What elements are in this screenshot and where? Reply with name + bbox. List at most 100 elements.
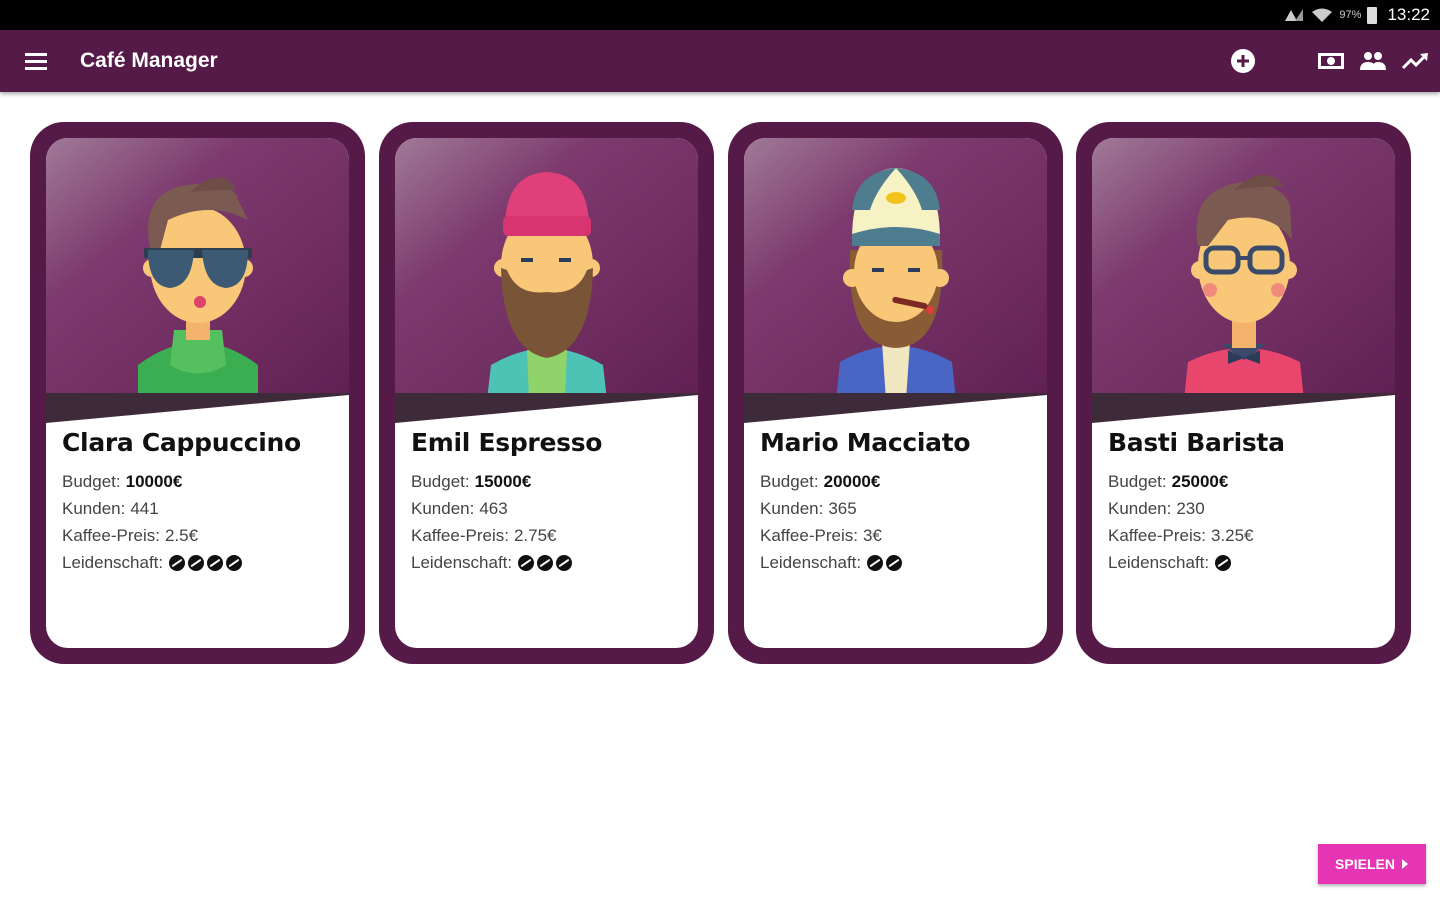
budget-row: Budget: 15000€ [411, 471, 686, 492]
character-info: Mario Macciato Budget: 20000€ Kunden: 365 … [760, 428, 1035, 579]
budget-row: Budget: 10000€ [62, 471, 337, 492]
customers-value: 365 [828, 498, 857, 518]
character-card-basti[interactable]: Basti Barista Budget: 25000€ Kunden: 230 K… [1076, 122, 1411, 664]
people-icon [1360, 52, 1386, 70]
money-button[interactable] [1310, 40, 1352, 82]
character-card-mario[interactable]: Mario Macciato Budget: 20000€ Kunden: 365 … [728, 122, 1063, 664]
customers-label: Kunden: [62, 498, 126, 518]
customers-row: Kunden: 441 [62, 498, 337, 519]
passion-rating [1215, 554, 1232, 571]
character-info: Emil Espresso Budget: 15000€ Kunden: 463 K… [411, 428, 686, 579]
status-bar: 97% 13:22 [0, 0, 1440, 30]
coffee-bean-icon [556, 554, 573, 571]
people-button[interactable] [1352, 40, 1394, 82]
price-label: Kaffee-Preis: [760, 525, 858, 545]
coffee-bean-icon [1215, 554, 1232, 571]
customers-row: Kunden: 365 [760, 498, 1035, 519]
price-value: 3€ [862, 525, 882, 545]
money-icon [1318, 53, 1344, 69]
emil-avatar-icon [486, 172, 607, 400]
add-circle-icon [1231, 49, 1255, 73]
price-row: Kaffee-Preis: 2.75€ [411, 525, 686, 546]
passion-rating [518, 554, 573, 571]
customers-row: Kunden: 463 [411, 498, 686, 519]
passion-rating [867, 554, 903, 571]
play-button[interactable]: SPIELEN [1318, 844, 1426, 884]
budget-label: Budget: [411, 471, 470, 491]
customers-label: Kunden: [760, 498, 824, 518]
status-icons: 97% [1283, 6, 1378, 24]
character-card-emil[interactable]: Emil Espresso Budget: 15000€ Kunden: 463 K… [379, 122, 714, 664]
character-name: Clara Cappuccino [62, 428, 301, 457]
coffee-bean-icon [886, 554, 903, 571]
passion-row: Leidenschaft: [760, 552, 1035, 573]
battery-percent: 97% [1339, 9, 1362, 21]
customers-label: Kunden: [1108, 498, 1172, 518]
coffee-bean-icon [188, 554, 205, 571]
character-name: Emil Espresso [411, 428, 603, 457]
budget-value: 15000€ [474, 471, 532, 491]
price-value: 2.5€ [164, 525, 199, 545]
mario-avatar-icon [835, 168, 956, 400]
customers-label: Kunden: [411, 498, 475, 518]
coffee-bean-icon [226, 554, 243, 571]
toolbar-actions [1222, 30, 1440, 92]
card-content: Emil Espresso Budget: 15000€ Kunden: 463 K… [395, 138, 698, 648]
budget-label: Budget: [62, 471, 121, 491]
passion-rating [169, 554, 243, 571]
customers-value: 463 [479, 498, 508, 518]
budget-label: Budget: [1108, 471, 1167, 491]
arrow-right-icon [1401, 859, 1408, 869]
price-label: Kaffee-Preis: [1108, 525, 1206, 545]
budget-row: Budget: 20000€ [760, 471, 1035, 492]
passion-label: Leidenschaft: [411, 552, 513, 572]
character-name: Mario Macciato [760, 428, 971, 457]
coffee-bean-icon [518, 554, 535, 571]
price-label: Kaffee-Preis: [411, 525, 509, 545]
coffee-bean-icon [169, 554, 186, 571]
app-title: Café Manager [80, 49, 218, 72]
passion-label: Leidenschaft: [1108, 552, 1210, 572]
price-value: 2.75€ [513, 525, 557, 545]
card-content: Clara Cappuccino Budget: 10000€ Kunden: 44… [46, 138, 349, 648]
add-button[interactable] [1222, 40, 1264, 82]
budget-value: 25000€ [1171, 471, 1229, 491]
card-content: Mario Macciato Budget: 20000€ Kunden: 365 … [744, 138, 1047, 648]
passion-label: Leidenschaft: [760, 552, 862, 572]
budget-row: Budget: 25000€ [1108, 471, 1383, 492]
clock: 13:22 [1387, 5, 1430, 24]
passion-row: Leidenschaft: [1108, 552, 1383, 573]
coffee-bean-icon [537, 554, 554, 571]
menu-icon [25, 53, 47, 70]
card-content: Basti Barista Budget: 25000€ Kunden: 230 K… [1092, 138, 1395, 648]
budget-value: 20000€ [823, 471, 881, 491]
budget-value: 10000€ [125, 471, 183, 491]
signal-icon [1285, 9, 1304, 21]
coffee-bean-icon [207, 554, 224, 571]
customers-value: 441 [130, 498, 159, 518]
passion-label: Leidenschaft: [62, 552, 164, 572]
basti-avatar-icon [1183, 174, 1304, 400]
passion-row: Leidenschaft: [411, 552, 686, 573]
budget-label: Budget: [760, 471, 819, 491]
price-label: Kaffee-Preis: [62, 525, 160, 545]
menu-button[interactable] [0, 30, 72, 92]
price-row: Kaffee-Preis: 2.5€ [62, 525, 337, 546]
customers-value: 230 [1176, 498, 1205, 518]
wifi-icon [1312, 8, 1333, 22]
customers-row: Kunden: 230 [1108, 498, 1383, 519]
character-name: Basti Barista [1108, 428, 1285, 457]
character-card-clara[interactable]: Clara Cappuccino Budget: 10000€ Kunden: 44… [30, 122, 365, 664]
passion-row: Leidenschaft: [62, 552, 337, 573]
app-bar: Café Manager [0, 30, 1440, 92]
price-row: Kaffee-Preis: 3.25€ [1108, 525, 1383, 546]
statistics-button[interactable] [1394, 40, 1436, 82]
character-info: Clara Cappuccino Budget: 10000€ Kunden: 44… [62, 428, 337, 579]
coffee-bean-icon [867, 554, 884, 571]
play-button-label: SPIELEN [1335, 856, 1395, 872]
character-info: Basti Barista Budget: 25000€ Kunden: 230 K… [1108, 428, 1383, 579]
price-value: 3.25€ [1210, 525, 1254, 545]
clara-avatar-icon [137, 177, 258, 400]
battery-icon [1367, 6, 1378, 24]
character-cards: Clara Cappuccino Budget: 10000€ Kunden: 44… [30, 122, 1414, 664]
